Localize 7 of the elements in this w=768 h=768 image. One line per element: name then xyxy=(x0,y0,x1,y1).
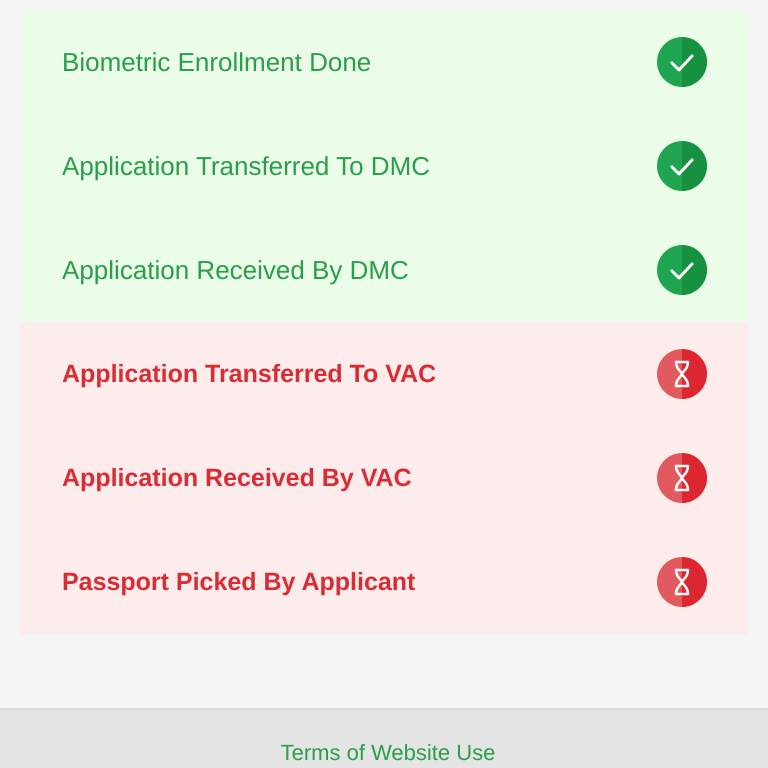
step-label: Application Transferred To DMC xyxy=(62,150,430,182)
step-label: Biometric Enrollment Done xyxy=(62,46,372,78)
terms-link[interactable]: Terms of Website Use xyxy=(280,740,496,766)
step-label: Passport Picked By Applicant xyxy=(62,568,416,596)
step-label: Application Received By DMC xyxy=(62,254,409,286)
step-label: Application Transferred To VAC xyxy=(62,360,436,388)
step-label: Application Received By VAC xyxy=(62,464,412,492)
